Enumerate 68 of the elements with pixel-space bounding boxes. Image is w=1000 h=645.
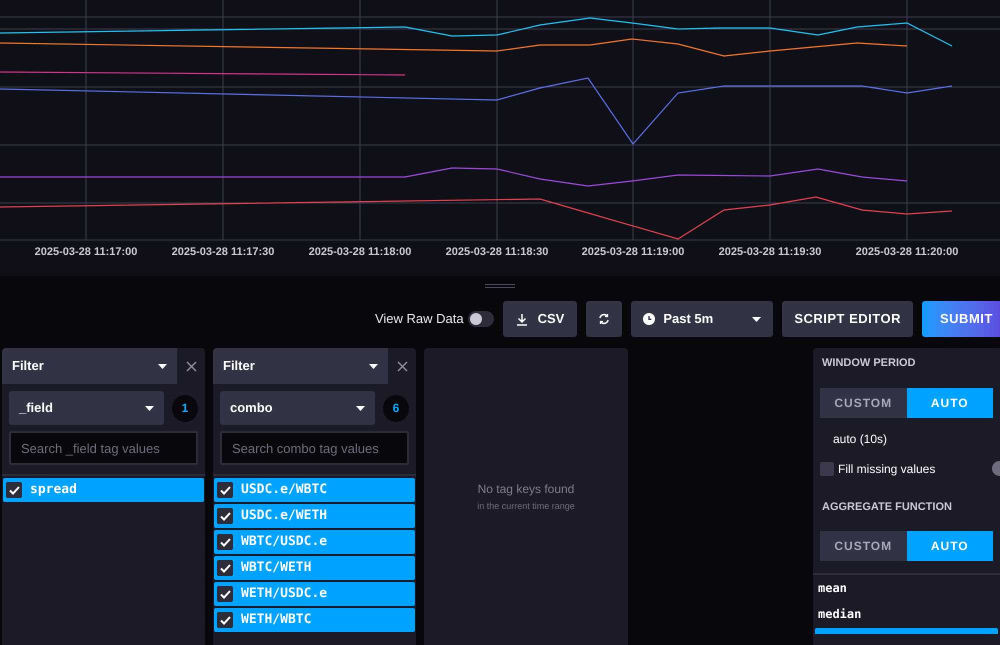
caret-icon	[752, 316, 762, 322]
help-icon[interactable]	[992, 461, 1000, 476]
tag-value-item[interactable]: WBTC/WETH	[214, 556, 415, 580]
axis-label: 2025-03-28 11:17:00	[34, 245, 138, 260]
tag-value-item[interactable]: WBTC/USDC.e	[214, 530, 415, 554]
checkbox[interactable]	[217, 560, 233, 576]
segment-tab[interactable]: AUTO	[906, 531, 993, 561]
checkbox[interactable]	[217, 586, 233, 602]
tag-value-item[interactable]: USDC.e/WETH	[214, 504, 415, 528]
count-badge: 1	[172, 394, 198, 422]
toggle-switch[interactable]	[468, 311, 494, 327]
resize-handle[interactable]	[485, 284, 515, 288]
count-badge: 6	[382, 394, 409, 422]
checkmark-icon	[220, 590, 230, 598]
filter-dropdown[interactable]: Filter	[2, 348, 177, 384]
caret-icon	[369, 364, 378, 368]
segment-tab[interactable]: CUSTOM	[820, 531, 906, 561]
tag-key-dropdown[interactable]: _field	[9, 391, 164, 425]
clock-icon	[643, 313, 656, 325]
checkmark-icon	[220, 486, 230, 494]
checkbox-label: Fill missing values	[838, 460, 936, 478]
checkmark-icon	[220, 616, 230, 624]
filter-dropdown[interactable]: Filter	[213, 348, 388, 384]
checkmark-icon	[220, 512, 230, 520]
tag-value-item[interactable]: WETH/WBTC	[214, 608, 415, 632]
checkbox[interactable]	[217, 508, 233, 524]
checkbox[interactable]	[217, 534, 233, 550]
axis-label: 2025-03-28 11:18:00	[308, 245, 412, 260]
submit-button[interactable]: SUBMIT	[922, 301, 1000, 337]
checkbox[interactable]	[217, 612, 233, 628]
checkmark-icon	[220, 538, 230, 546]
empty-hint: in the current time range	[477, 500, 575, 513]
tag-value-item[interactable]: USDC.e/WBTC	[214, 478, 415, 502]
segment-tab[interactable]: CUSTOM	[820, 388, 906, 418]
segment-tab[interactable]: AUTO	[906, 388, 993, 418]
checkbox[interactable]	[217, 482, 233, 498]
axis-label: 2025-03-28 11:20:00	[856, 245, 958, 260]
search-field[interactable]: Search combo tag values	[220, 431, 409, 465]
caret-icon	[144, 406, 154, 410]
axis-label: 2025-03-28 11:19:00	[582, 245, 684, 260]
checkbox[interactable]	[820, 462, 834, 476]
search-field[interactable]: Search _field tag values	[9, 431, 198, 465]
refresh-button[interactable]	[586, 301, 622, 337]
checkmark-icon	[220, 564, 230, 572]
section-title: AGGREGATE FUNCTION	[821, 500, 953, 514]
csv-button[interactable]: CSV	[502, 301, 578, 337]
function-item[interactable]: median	[813, 601, 1000, 627]
close-icon	[186, 360, 196, 372]
period-value: auto (10s)	[832, 430, 888, 448]
axis-label: 2025-03-28 11:19:30	[718, 245, 822, 260]
tag-value-item[interactable]: spread	[3, 478, 204, 502]
toggle-label: View Raw Data	[374, 310, 464, 328]
empty-message: No tag keys found	[478, 480, 574, 498]
checkmark-icon	[8, 486, 20, 494]
axis-label: 2025-03-28 11:18:30	[446, 245, 548, 260]
tag-key-dropdown[interactable]: combo	[220, 391, 375, 425]
refresh-icon	[598, 313, 610, 325]
script-editor-button[interactable]: SCRIPT EDITOR	[782, 301, 913, 337]
checkbox[interactable]	[6, 482, 22, 498]
section-title: WINDOW PERIOD	[821, 356, 916, 371]
close-icon	[396, 360, 408, 372]
download-icon	[516, 312, 528, 326]
tag-value-item[interactable]: WETH/USDC.e	[214, 582, 415, 606]
time-range-dropdown[interactable]: Past 5m	[631, 301, 774, 337]
axis-label: 2025-03-28 11:17:30	[172, 245, 274, 260]
function-item[interactable]: mean	[813, 575, 1000, 601]
caret-icon	[356, 406, 365, 410]
caret-icon	[158, 364, 167, 368]
